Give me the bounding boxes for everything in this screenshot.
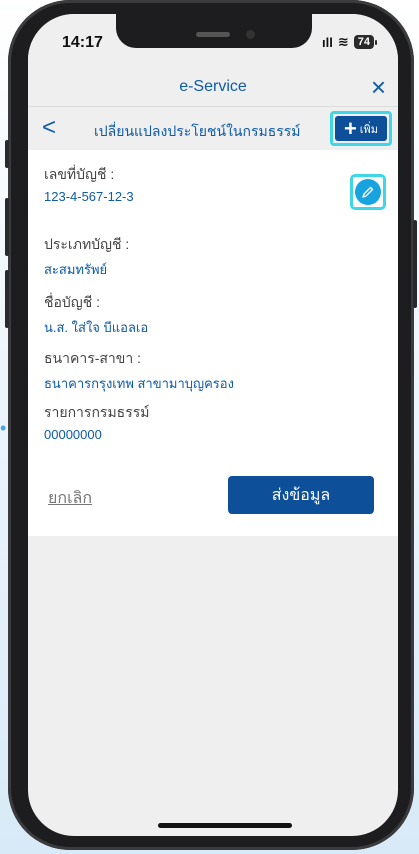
status-icons: ıll ≋ 74	[322, 34, 378, 50]
status-bar: 14:17 ıll ≋ 74	[28, 14, 398, 70]
cancel-link[interactable]: ยกเลิก	[48, 486, 92, 511]
field-bank-branch: ธนาคาร-สาขา : ธนาคารกรุงเทพ สาขามาบุญครอ…	[44, 348, 234, 394]
add-button-highlight: + เพิ่ม	[330, 111, 392, 146]
form-content: เลขที่บัญชี : 123-4-567-12-3 ประเภทบัญชี…	[28, 150, 398, 536]
phone-frame: 14:17 ıll ≋ 74 e-Service × < เปลี่ยนแปลง…	[5, 0, 417, 850]
field-value: สะสมทรัพย์	[44, 262, 108, 277]
field-value: ธนาคารกรุงเทพ สาขามาบุญครอง	[44, 376, 234, 391]
notch	[116, 14, 312, 48]
power-button	[413, 220, 417, 308]
edit-button-highlight	[350, 174, 386, 210]
back-chevron-icon[interactable]: <	[42, 113, 56, 143]
field-value: น.ส. ใส่ใจ บีแอลเอ	[44, 320, 149, 335]
speaker	[196, 32, 230, 37]
field-account-number: เลขที่บัญชี : 123-4-567-12-3	[44, 164, 134, 204]
screen: 14:17 ıll ≋ 74 e-Service × < เปลี่ยนแปลง…	[28, 14, 398, 836]
field-account-name: ชื่อบัญชี : น.ส. ใส่ใจ บีแอลเอ	[44, 292, 148, 338]
field-label: ชื่อบัญชี :	[44, 294, 101, 310]
add-button[interactable]: + เพิ่ม	[335, 116, 387, 141]
sub-header: < เปลี่ยนแปลงประโยชน์ในกรมธรรม์ + เพิ่ม	[28, 106, 398, 151]
page-title: เปลี่ยนแปลงประโยชน์ในกรมธรรม์	[94, 123, 301, 139]
field-label: รายการกรมธรรม์	[44, 404, 150, 420]
field-value: 123-4-567-12-3	[44, 189, 134, 204]
status-time: 14:17	[62, 34, 103, 51]
home-indicator	[158, 823, 292, 828]
wifi-icon: ≋	[337, 34, 349, 49]
field-policy-list: รายการกรมธรรม์ 00000000	[44, 402, 149, 442]
volume-up-button	[5, 198, 9, 256]
signal-icon: ıll	[322, 34, 333, 50]
mute-switch	[5, 140, 9, 168]
field-label: เลขที่บัญชี :	[44, 166, 115, 182]
plus-icon: +	[343, 115, 357, 141]
app-bar: e-Service ×	[28, 70, 398, 106]
app-title: e-Service	[179, 78, 247, 95]
field-value: 00000000	[44, 427, 102, 442]
front-camera	[246, 30, 255, 39]
volume-down-button	[5, 270, 9, 328]
field-label: ประเภทบัญชี :	[44, 236, 130, 252]
edit-pencil-icon[interactable]	[355, 179, 381, 205]
submit-button[interactable]: ส่งข้อมูล	[228, 476, 374, 514]
battery-icon: 74	[353, 35, 378, 49]
field-label: ธนาคาร-สาขา :	[44, 350, 142, 366]
field-account-type: ประเภทบัญชี : สะสมทรัพย์	[44, 234, 129, 280]
close-icon[interactable]: ×	[371, 72, 386, 102]
add-button-label: เพิ่ม	[359, 123, 379, 136]
